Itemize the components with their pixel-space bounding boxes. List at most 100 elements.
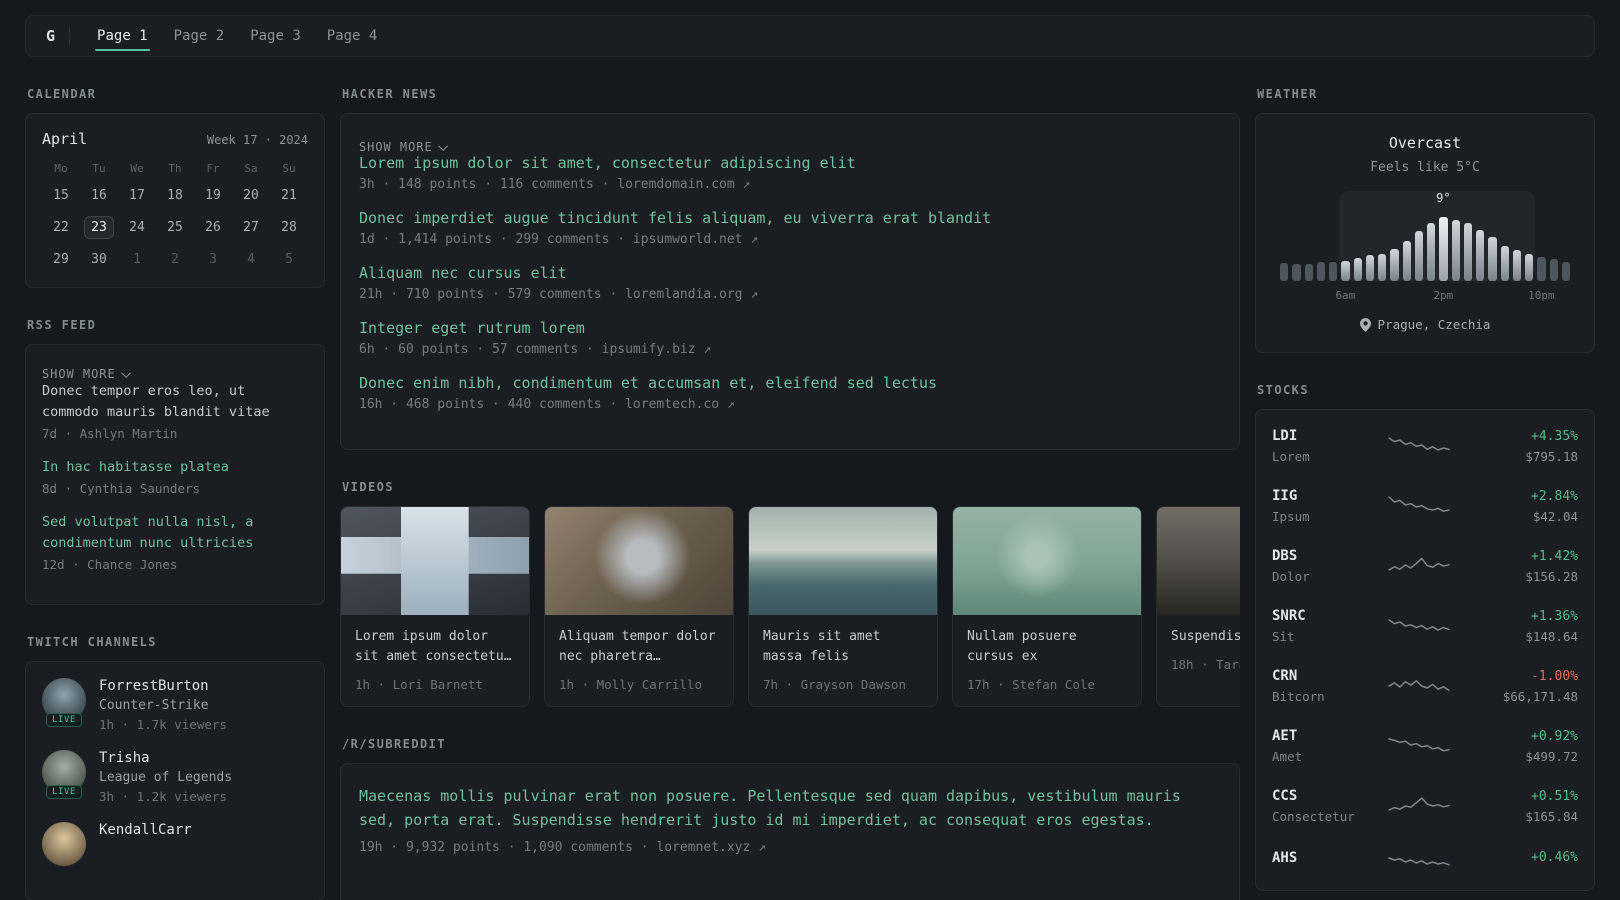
twitch-channel[interactable]: KendallCarr [42,821,308,866]
weather-card: Overcast Feels like 5°C 9° 6am 2pm 10pm Pr… [1255,113,1595,353]
stock-name: Sit [1272,629,1295,644]
video-card[interactable]: Aliquam tempor dolor nec pharetra… 1h · … [544,506,734,708]
channel-avatar-wrap: LIVE [42,677,86,727]
stock-row[interactable]: CRN Bitcorn -1.00% $66,171.48 [1272,656,1578,716]
subreddit-post-title[interactable]: Maecenas mollis pulvinar erat non posuer… [359,784,1221,832]
stock-price: $42.04 [1532,508,1578,524]
calendar-day: 18 [167,188,183,203]
hackernews-item-title[interactable]: Donec imperdiet augue tincidunt felis al… [359,209,1221,227]
stock-values: +0.46% [1466,850,1578,870]
page-tab[interactable]: Page 3 [237,16,314,56]
hackernews-item-title[interactable]: Integer eget rutrum lorem [359,319,1221,337]
page-tabs: Page 1 Page 2 Page 3 Page 4 [84,16,390,56]
calendar-day: 24 [129,220,145,235]
weather-bar [1476,229,1485,281]
stock-change: -1.00% [1531,668,1578,684]
stock-identity: CRN Bitcorn [1272,668,1372,704]
calendar-day: 25 [167,220,183,235]
twitch-channel[interactable]: LIVE Trisha League of Legends 3h · 1.2k … [42,749,308,804]
weather-bar [1488,237,1497,281]
stocks-widget: STOCKS LDI Lorem +4.35% $795.18 IIG Ipsu… [1255,383,1595,891]
calendar-day-header: Th [168,162,182,175]
stock-change: +1.36% [1531,608,1578,624]
stock-price: $499.72 [1525,748,1578,764]
twitch-widget: TWITCH CHANNELS LIVE ForrestBurton Count… [25,635,325,900]
calendar-day: 16 [91,188,107,203]
calendar-day: 22 [53,220,69,235]
stock-row[interactable]: SNRC Sit +1.36% $148.64 [1272,596,1578,656]
twitch-channel[interactable]: LIVE ForrestBurton Counter-Strike 1h · 1… [42,677,308,732]
video-meta: 1h · Lori Barnett [355,677,483,693]
stock-row[interactable]: LDI Lorem +4.35% $795.18 [1272,416,1578,476]
stock-values: +4.35% $795.18 [1466,429,1578,464]
weather-bar [1329,261,1338,281]
hackernews-item-meta: 6h · 60 points · 57 comments · ipsumify.… [359,342,712,357]
calendar-day: 2 [171,252,179,267]
weather-bar [1512,250,1521,281]
hackernews-item: Aliquam nec cursus elit 21h · 710 points… [359,264,1221,302]
videos-widget: VIDEOS Lorem ipsum dolor sit amet consec… [340,480,1240,708]
video-thumbnail [749,507,937,615]
calendar-day: 23 [80,216,118,239]
stock-row[interactable]: CCS Consectetur +0.51% $165.84 [1272,776,1578,836]
rss-show-more-button[interactable]: SHOW MORE [42,367,131,381]
stock-change: +4.35% [1531,428,1578,444]
stock-row[interactable]: AHS +0.46% [1272,836,1578,884]
weather-widget: WEATHER Overcast Feels like 5°C 9° 6am 2p… [1255,87,1595,353]
channel-info: ForrestBurton Counter-Strike 1h · 1.7k v… [99,678,227,732]
weather-bar [1353,257,1362,281]
video-card[interactable]: Mauris sit amet massa felis 7h · Grayson… [748,506,938,708]
stock-values: -1.00% $66,171.48 [1466,669,1578,704]
hackernews-show-more-button[interactable]: SHOW MORE [359,140,448,154]
page-tab[interactable]: Page 2 [161,16,238,56]
hackernews-item-title[interactable]: Donec enim nibh, condimentum et accumsan… [359,374,1221,392]
calendar-card: April Week 17 · 2024 Mo Tu We Th Fr Sa S… [25,113,325,288]
hackernews-item: Integer eget rutrum lorem 6h · 60 points… [359,319,1221,357]
calendar-day: 28 [281,220,297,235]
rss-card: SHOW MORE Donec tempor eros leo, ut comm… [25,344,325,605]
stock-ticker: DBS [1272,548,1298,564]
stock-row[interactable]: DBS Dolor +1.42% $156.28 [1272,536,1578,596]
stock-sparkline [1372,614,1466,638]
rss-item-title[interactable]: Donec tempor eros leo, ut commodo mauris… [42,381,308,423]
rss-item-title[interactable]: In hac habitasse platea [42,457,308,478]
calendar-day: 15 [53,188,69,203]
calendar-day: 30 [91,252,107,267]
live-badge: LIVE [46,784,82,799]
weather-bar [1451,220,1460,281]
stock-row[interactable]: AET Amet +0.92% $499.72 [1272,716,1578,776]
middle-column: HACKER NEWS SHOW MORE Lorem ipsum dolor … [340,87,1240,900]
stock-identity: LDI Lorem [1272,428,1372,464]
channel-avatar-wrap: LIVE [42,749,86,799]
page-tab[interactable]: Page 4 [314,16,391,56]
calendar-week-year: Week 17 · 2024 [206,133,308,147]
dashboard-page: G Page 1 Page 2 Page 3 Page 4 CALENDAR A… [0,0,1620,900]
weather-hourly-chart: 9° [1278,191,1572,281]
weather-time-label: 6am [1335,289,1356,302]
calendar-widget-title: CALENDAR [27,87,97,101]
weather-bar [1316,261,1325,281]
channel-name: KendallCarr [99,821,192,838]
calendar-day: 17 [129,188,145,203]
video-card[interactable]: Lorem ipsum dolor sit amet consectetu… 1… [340,506,530,708]
hackernews-item-meta: 21h · 710 points · 579 comments · loreml… [359,287,759,302]
video-card[interactable]: Suspendisse diam 18h · Tara [1156,506,1240,708]
hackernews-item-title[interactable]: Aliquam nec cursus elit [359,264,1221,282]
weather-bar [1561,261,1570,281]
stock-identity: AET Amet [1272,728,1372,764]
page-tab[interactable]: Page 1 [84,16,161,56]
twitch-widget-title: TWITCH CHANNELS [27,634,157,649]
hackernews-item-meta: 1d · 1,414 points · 299 comments · ipsum… [359,232,759,247]
calendar-month: April [42,130,88,148]
hackernews-item-title[interactable]: Lorem ipsum dolor sit amet, consectetur … [359,154,1221,172]
stock-row[interactable]: IIG Ipsum +2.84% $42.04 [1272,476,1578,536]
calendar-day-header: Mo [54,162,68,175]
rss-item-title[interactable]: Sed volutpat nulla nisl, a condimentum n… [42,512,308,554]
stock-change: +0.92% [1531,728,1578,744]
stock-sparkline [1372,794,1466,818]
weather-bar [1402,241,1411,281]
calendar-day-headers: Mo Tu We Th Fr Sa Su [42,162,308,175]
stock-values: +2.84% $42.04 [1466,489,1578,524]
hackernews-item-meta: 16h · 468 points · 440 comments · loremt… [359,397,735,412]
video-card[interactable]: Nullam posuere cursus ex 17h · Stefan Co… [952,506,1142,708]
